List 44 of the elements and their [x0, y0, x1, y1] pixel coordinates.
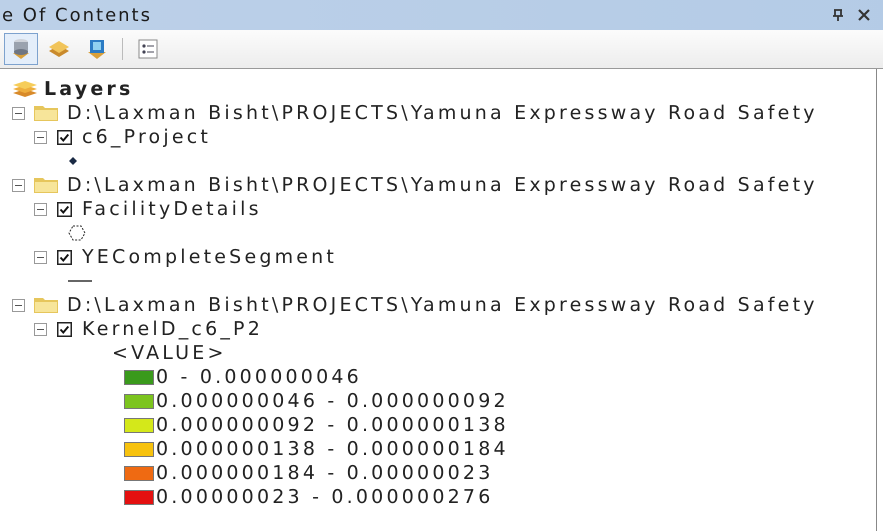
window-title: e Of Contents [2, 4, 152, 26]
point-symbol-icon [68, 156, 78, 166]
class-range-label: 0.000000046 - 0.000000092 [156, 390, 509, 412]
class-range-label: 0.000000092 - 0.000000138 [156, 414, 509, 436]
database-button[interactable] [4, 33, 38, 65]
folder-icon [33, 104, 59, 122]
pin-icon[interactable] [831, 8, 845, 22]
class-range-label: 0 - 0.000000046 [156, 366, 362, 388]
list-icon [137, 38, 159, 60]
layer-label[interactable]: KernelD_c6_P2 [82, 318, 264, 340]
layers-icon [12, 80, 38, 98]
data-frame-label[interactable]: Layers [44, 78, 134, 100]
layer-label[interactable]: YECompleteSegment [82, 246, 338, 268]
layer-checkbox[interactable] [57, 130, 72, 144]
collapse-icon[interactable] [12, 178, 25, 192]
color-swatch[interactable] [124, 466, 154, 480]
color-swatch[interactable] [124, 490, 154, 504]
folder-icon [33, 176, 59, 194]
collapse-icon[interactable] [34, 130, 47, 144]
group-layer-label[interactable]: D:\Laxman Bisht\PROJECTS\Yamuna Expressway Road Safety [67, 294, 818, 316]
group-layer-label[interactable]: D:\Laxman Bisht\PROJECTS\Yamuna Expressway Road Safety [67, 174, 818, 196]
class-range-label: 0.000000138 - 0.000000184 [156, 438, 509, 460]
group-layer-label[interactable]: D:\Laxman Bisht\PROJECTS\Yamuna Expressway Road Safety [67, 102, 818, 124]
class-range-label: 0.000000184 - 0.00000023 [156, 462, 494, 484]
close-icon[interactable] [857, 8, 871, 22]
collapse-icon[interactable] [12, 298, 25, 312]
color-swatch[interactable] [124, 370, 154, 384]
color-swatch[interactable] [124, 394, 154, 408]
collapse-icon[interactable] [12, 106, 25, 120]
line-symbol-icon [68, 279, 92, 283]
polygon-symbol-icon [68, 225, 86, 241]
layer-checkbox[interactable] [57, 202, 72, 216]
layer-checkbox[interactable] [57, 322, 72, 336]
layer-label[interactable]: c6_Project [82, 126, 212, 148]
folder-icon [33, 296, 59, 314]
collapse-icon[interactable] [34, 250, 47, 264]
layer-checkbox[interactable] [57, 250, 72, 264]
class-range-label: 0.00000023 - 0.000000276 [156, 486, 494, 508]
color-swatch[interactable] [124, 442, 154, 456]
collapse-icon[interactable] [34, 202, 47, 216]
field-name: <VALUE> [112, 342, 227, 364]
color-swatch[interactable] [124, 418, 154, 432]
collapse-icon[interactable] [34, 322, 47, 336]
layer-label[interactable]: FacilityDetails [82, 198, 262, 220]
